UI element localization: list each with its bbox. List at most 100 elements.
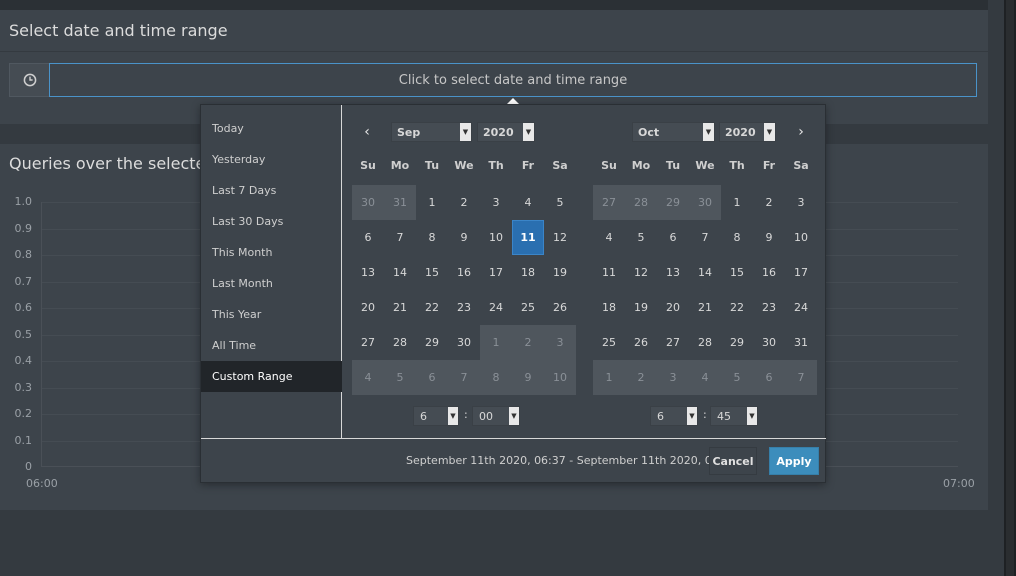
calendar-day[interactable]: 7 (785, 360, 817, 395)
calendar-day[interactable]: 23 (448, 290, 480, 325)
calendar-day[interactable]: 10 (785, 220, 817, 255)
month-select-right[interactable]: Oct ▼ (632, 122, 715, 142)
range-option[interactable]: This Month (201, 237, 342, 268)
calendar-day[interactable]: 5 (544, 185, 576, 220)
calendar-day[interactable]: 28 (384, 325, 416, 360)
calendar-day[interactable]: 28 (689, 325, 721, 360)
calendar-day[interactable]: 30 (448, 325, 480, 360)
calendar-day[interactable]: 20 (352, 290, 384, 325)
calendar-day[interactable]: 27 (593, 185, 625, 220)
calendar-day[interactable]: 9 (448, 220, 480, 255)
calendar-day[interactable]: 31 (384, 185, 416, 220)
calendar-day[interactable]: 6 (753, 360, 785, 395)
calendar-day[interactable]: 11 (593, 255, 625, 290)
calendar-day[interactable]: 16 (753, 255, 785, 290)
calendar-day[interactable]: 1 (721, 185, 753, 220)
calendar-day[interactable]: 15 (416, 255, 448, 290)
calendar-day[interactable]: 18 (512, 255, 544, 290)
calendar-day[interactable]: 6 (416, 360, 448, 395)
calendar-day[interactable]: 3 (544, 325, 576, 360)
calendar-day-selected[interactable]: 11 (512, 220, 544, 255)
range-option[interactable]: Yesterday (201, 144, 342, 175)
calendar-day[interactable]: 9 (512, 360, 544, 395)
month-select-left[interactable]: Sep ▼ (391, 122, 472, 142)
calendar-day[interactable]: 5 (721, 360, 753, 395)
calendar-day[interactable]: 3 (657, 360, 689, 395)
calendar-day[interactable]: 17 (785, 255, 817, 290)
calendar-day[interactable]: 25 (593, 325, 625, 360)
calendar-day[interactable]: 24 (480, 290, 512, 325)
calendar-day[interactable]: 8 (480, 360, 512, 395)
calendar-day[interactable]: 6 (657, 220, 689, 255)
calendar-day[interactable]: 25 (512, 290, 544, 325)
calendar-day[interactable]: 13 (657, 255, 689, 290)
calendar-day[interactable]: 2 (753, 185, 785, 220)
cancel-button[interactable]: Cancel (709, 447, 757, 475)
minute-select-left[interactable]: 00 ▼ (472, 406, 520, 426)
calendar-day[interactable]: 22 (721, 290, 753, 325)
range-option[interactable]: This Year (201, 299, 342, 330)
calendar-day[interactable]: 1 (416, 185, 448, 220)
calendar-day[interactable]: 1 (480, 325, 512, 360)
calendar-day[interactable]: 4 (689, 360, 721, 395)
calendar-day[interactable]: 26 (544, 290, 576, 325)
date-range-input[interactable]: Click to select date and time range (49, 63, 977, 97)
calendar-day[interactable]: 24 (785, 290, 817, 325)
scrollbar-thumb[interactable] (1006, 0, 1014, 576)
calendar-day[interactable]: 30 (689, 185, 721, 220)
calendar-day[interactable]: 6 (352, 220, 384, 255)
calendar-day[interactable]: 21 (384, 290, 416, 325)
calendar-day[interactable]: 5 (625, 220, 657, 255)
calendar-day[interactable]: 2 (625, 360, 657, 395)
calendar-day[interactable]: 30 (352, 185, 384, 220)
calendar-day[interactable]: 1 (593, 360, 625, 395)
calendar-day[interactable]: 29 (657, 185, 689, 220)
hour-select-right[interactable]: 6 ▼ (650, 406, 698, 426)
clock-button[interactable] (9, 63, 49, 97)
range-option[interactable]: Custom Range (201, 361, 342, 392)
calendar-day[interactable]: 7 (448, 360, 480, 395)
range-option[interactable]: All Time (201, 330, 342, 361)
calendar-day[interactable]: 22 (416, 290, 448, 325)
calendar-day[interactable]: 8 (416, 220, 448, 255)
calendar-day[interactable]: 12 (625, 255, 657, 290)
calendar-day[interactable]: 21 (689, 290, 721, 325)
calendar-day[interactable]: 27 (657, 325, 689, 360)
year-select-left[interactable]: 2020 ▼ (477, 122, 535, 142)
prev-month-button[interactable]: ‹ (360, 122, 374, 142)
calendar-day[interactable]: 7 (689, 220, 721, 255)
apply-button[interactable]: Apply (769, 447, 819, 475)
range-option[interactable]: Last 30 Days (201, 206, 342, 237)
calendar-day[interactable]: 14 (384, 255, 416, 290)
calendar-day[interactable]: 5 (384, 360, 416, 395)
calendar-day[interactable]: 4 (593, 220, 625, 255)
calendar-day[interactable]: 8 (721, 220, 753, 255)
calendar-day[interactable]: 10 (480, 220, 512, 255)
calendar-day[interactable]: 27 (352, 325, 384, 360)
calendar-day[interactable]: 19 (625, 290, 657, 325)
calendar-day[interactable]: 28 (625, 185, 657, 220)
calendar-day[interactable]: 16 (448, 255, 480, 290)
calendar-day[interactable]: 29 (721, 325, 753, 360)
range-option[interactable]: Today (201, 113, 342, 144)
minute-select-right[interactable]: 45 ▼ (710, 406, 758, 426)
calendar-day[interactable]: 12 (544, 220, 576, 255)
calendar-day[interactable]: 9 (753, 220, 785, 255)
calendar-day[interactable]: 29 (416, 325, 448, 360)
calendar-day[interactable]: 18 (593, 290, 625, 325)
calendar-day[interactable]: 2 (448, 185, 480, 220)
calendar-day[interactable]: 19 (544, 255, 576, 290)
calendar-day[interactable]: 7 (384, 220, 416, 255)
calendar-day[interactable]: 3 (785, 185, 817, 220)
hour-select-left[interactable]: 6 ▼ (413, 406, 459, 426)
range-option[interactable]: Last 7 Days (201, 175, 342, 206)
calendar-day[interactable]: 10 (544, 360, 576, 395)
calendar-day[interactable]: 17 (480, 255, 512, 290)
calendar-day[interactable]: 4 (512, 185, 544, 220)
year-select-right[interactable]: 2020 ▼ (719, 122, 776, 142)
calendar-day[interactable]: 23 (753, 290, 785, 325)
calendar-day[interactable]: 20 (657, 290, 689, 325)
calendar-day[interactable]: 31 (785, 325, 817, 360)
next-month-button[interactable]: › (794, 122, 808, 142)
calendar-day[interactable]: 15 (721, 255, 753, 290)
